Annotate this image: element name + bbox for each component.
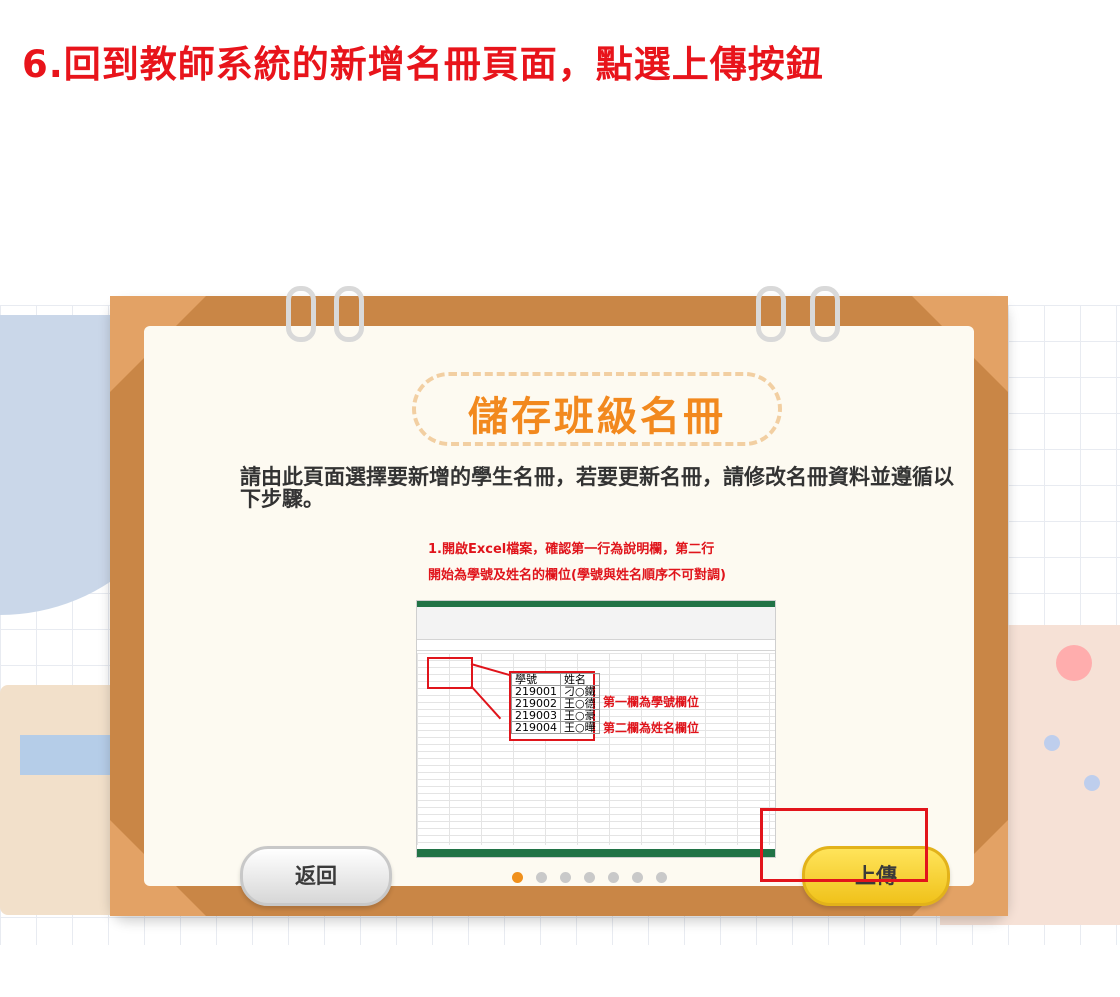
highlight-box [427, 657, 473, 689]
table-cell: 219004 [511, 721, 561, 734]
table-cell: 王○曄 [560, 721, 600, 734]
binder-ring [334, 286, 364, 342]
pagination-dot[interactable] [608, 872, 619, 883]
back-button[interactable]: 返回 [240, 846, 392, 906]
excel-illustration: 1.開啟Excel檔案，確認第一行為說明欄，第二行 開始為學號及姓名的欄位(學號… [416, 538, 776, 858]
binder-ring [810, 286, 840, 342]
table-cell: 219003 [511, 709, 561, 722]
binder-ring [286, 286, 316, 342]
table-row: 學號 姓名 [511, 673, 600, 686]
column-header: 姓名 [560, 673, 600, 686]
dialog-instructions: 請由此頁面選擇要新增的學生名冊，若要更新名冊，請修改名冊資料並遵循以下步驟。 [240, 465, 954, 511]
table-cell: 王○豪 [560, 709, 600, 722]
table-cell: 219002 [511, 697, 561, 710]
excel-statusbar [417, 849, 775, 857]
upload-highlight-box [760, 808, 928, 882]
column-note: 第二欄為姓名欄位 [603, 721, 700, 735]
table-row: 219003 王○豪 [511, 709, 600, 722]
lightbulb-icon [1056, 645, 1092, 681]
pagination-dots [512, 872, 667, 883]
table-cell: 219001 [511, 685, 561, 698]
dialog-title-frame: 儲存班級名冊 [412, 372, 782, 446]
column-note: 第一欄為學號欄位 [603, 695, 700, 709]
table-row: 219001 刁○鐵 [511, 685, 600, 698]
pagination-dot[interactable] [512, 872, 523, 883]
illustration-caption: 1.開啟Excel檔案，確認第一行為說明欄，第二行 [428, 542, 715, 557]
network-node-icon [1084, 775, 1100, 791]
pagination-dot[interactable] [632, 872, 643, 883]
table-cell: 刁○鐵 [560, 685, 600, 698]
zoom-table: 學號 姓名 219001 刁○鐵 219002 王○德 219003 王○豪 2… [511, 673, 600, 734]
pagination-dot[interactable] [536, 872, 547, 883]
column-header: 學號 [511, 673, 561, 686]
excel-formula-bar [417, 640, 775, 651]
pagination-dot[interactable] [584, 872, 595, 883]
pagination-dot[interactable] [560, 872, 571, 883]
network-node-icon [1044, 735, 1060, 751]
excel-ribbon [417, 607, 775, 640]
dialog-sheet: 儲存班級名冊 請由此頁面選擇要新增的學生名冊，若要更新名冊，請修改名冊資料並遵循… [144, 326, 974, 906]
excel-zoom-table: 學號 姓名 219001 刁○鐵 219002 王○德 219003 王○豪 2… [509, 671, 600, 741]
table-row: 219002 王○德 [511, 697, 600, 710]
table-row: 219004 王○曄 [511, 721, 600, 734]
pagination-dot[interactable] [656, 872, 667, 883]
illustration-caption: 開始為學號及姓名的欄位(學號與姓名順序不可對調) [428, 568, 726, 583]
excel-screenshot: 學號 姓名 219001 刁○鐵 219002 王○德 219003 王○豪 2… [416, 600, 776, 858]
step-title: 6.回到教師系統的新增名冊頁面，點選上傳按鈕 [22, 43, 824, 86]
binder-ring [756, 286, 786, 342]
table-cell: 王○德 [560, 697, 600, 710]
dialog-title: 儲存班級名冊 [468, 394, 726, 440]
